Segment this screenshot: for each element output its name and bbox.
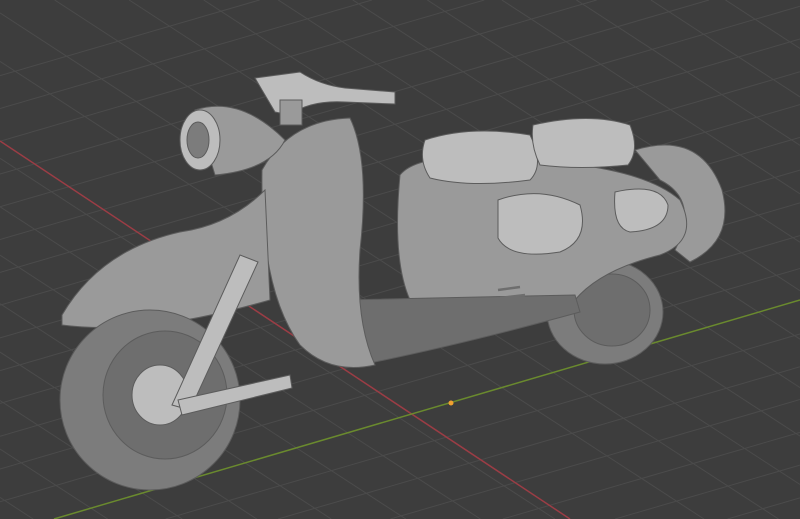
floorboard [337,294,581,366]
headset [279,99,303,126]
viewport-scene[interactable] [0,0,800,519]
scooter-model[interactable] [59,71,726,491]
3d-viewport[interactable] [0,0,800,519]
front-seat [421,130,538,185]
side-panel-bulge [497,193,583,255]
grid-line [165,333,800,519]
legshield [261,117,376,368]
grid-line [390,399,800,519]
headlight-lens [186,121,210,159]
grid-line [650,0,800,98]
origin-point [448,400,454,406]
rear-seat [531,118,635,168]
grid-line [727,497,800,519]
grid-line [502,431,800,519]
